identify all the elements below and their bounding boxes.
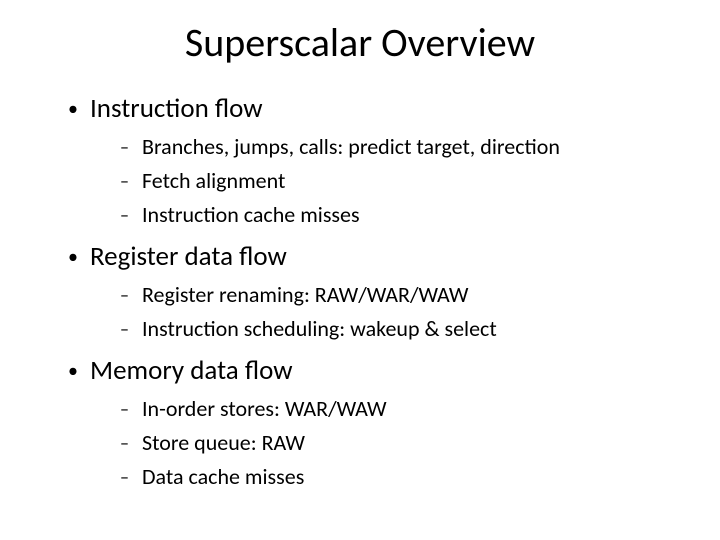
dash-icon: – [120,133,142,161]
list-item-text: Fetch alignment [142,167,285,195]
bullet-icon: • [68,93,90,125]
list-item: – Instruction scheduling: wakeup & selec… [120,315,680,343]
list-item-text: In-order stores: WAR/WAW [142,395,387,423]
section-heading-text: Register data flow [90,241,287,273]
dash-icon: – [120,201,142,229]
list-item-text: Instruction cache misses [142,201,360,229]
section-heading: • Register data flow [68,241,680,273]
bullet-icon: • [68,355,90,387]
dash-icon: – [120,429,142,457]
section-items: – Register renaming: RAW/WAR/WAW – Instr… [120,281,680,343]
slide-title: Superscalar Overview [80,18,640,67]
list-item-text: Data cache misses [142,463,304,491]
list-item-text: Store queue: RAW [142,429,305,457]
list-item-text: Instruction scheduling: wakeup & select [142,315,497,343]
section-heading: • Instruction flow [68,93,680,125]
bullet-icon: • [68,241,90,273]
list-item: – Fetch alignment [120,167,680,195]
dash-icon: – [120,167,142,195]
list-item: – Branches, jumps, calls: predict target… [120,133,680,161]
dash-icon: – [120,315,142,343]
dash-icon: – [120,281,142,309]
list-item-text: Register renaming: RAW/WAR/WAW [142,281,468,309]
list-item: – Data cache misses [120,463,680,491]
section-heading: • Memory data flow [68,355,680,387]
list-item: – Store queue: RAW [120,429,680,457]
dash-icon: – [120,395,142,423]
section-heading-text: Memory data flow [90,355,293,387]
slide: Superscalar Overview • Instruction flow … [0,0,720,540]
slide-content: • Instruction flow – Branches, jumps, ca… [40,93,680,491]
list-item: – Register renaming: RAW/WAR/WAW [120,281,680,309]
list-item: – In-order stores: WAR/WAW [120,395,680,423]
list-item-text: Branches, jumps, calls: predict target, … [142,133,560,161]
section-items: – Branches, jumps, calls: predict target… [120,133,680,229]
dash-icon: – [120,463,142,491]
list-item: – Instruction cache misses [120,201,680,229]
section-items: – In-order stores: WAR/WAW – Store queue… [120,395,680,491]
section-heading-text: Instruction flow [90,93,263,125]
